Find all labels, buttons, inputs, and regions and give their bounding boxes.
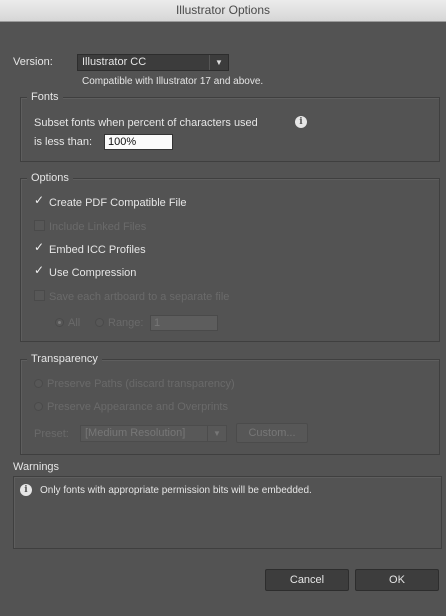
radio-icon [55,318,64,327]
fonts-threshold-label: is less than: [34,136,93,148]
version-compat-note: Compatible with Illustrator 17 and above… [82,76,264,87]
fonts-legend: Fonts [27,91,63,103]
embed-icc-label: Embed ICC Profiles [49,244,146,256]
radio-icon [95,318,104,327]
save-artboards-checkbox[interactable]: Save each artboard to a separate file [34,290,229,303]
preserve-appearance-radio[interactable]: Preserve Appearance and Overprints [34,401,228,413]
use-compression-label: Use Compression [49,267,137,279]
options-legend: Options [27,172,73,184]
checkmark-icon [34,193,45,207]
preserve-paths-label: Preserve Paths (discard transparency) [47,378,235,390]
chevron-down-icon: ▼ [209,55,228,70]
warnings-message: Only fonts with appropriate permission b… [40,485,312,496]
transparency-legend: Transparency [27,353,102,365]
cancel-button[interactable]: Cancel [265,569,349,591]
radio-icon [34,402,43,411]
radio-all[interactable]: All [55,317,80,329]
include-linked-checkbox[interactable]: Include Linked Files [34,220,146,233]
chevron-down-icon: ▼ [207,426,226,441]
fonts-subset-text: Subset fonts when percent of characters … [34,117,258,129]
custom-button[interactable]: Custom... [236,423,308,443]
checkbox-icon [34,290,45,301]
warnings-heading: Warnings [13,461,60,473]
use-compression-checkbox[interactable]: Use Compression [34,263,137,279]
create-pdf-checkbox[interactable]: Create PDF Compatible File [34,193,187,209]
include-linked-label: Include Linked Files [49,221,147,233]
embed-icc-checkbox[interactable]: Embed ICC Profiles [34,240,146,256]
info-icon: i [20,484,32,496]
window-title-bar[interactable]: Illustrator Options [0,0,446,22]
ok-button[interactable]: OK [355,569,439,591]
create-pdf-label: Create PDF Compatible File [49,197,187,209]
radio-icon [34,379,43,388]
version-label: Version: [13,56,53,68]
fonts-percent-input[interactable]: 100% [104,134,173,150]
checkbox-icon [34,220,45,231]
radio-all-label: All [68,317,81,329]
version-select[interactable]: Illustrator CC ▼ [77,54,229,71]
preserve-paths-radio[interactable]: Preserve Paths (discard transparency) [34,378,235,390]
checkmark-icon [34,263,45,277]
window-title: Illustrator Options [175,3,271,17]
checkmark-icon [34,240,45,254]
fonts-group [20,97,440,162]
version-select-value: Illustrator CC [82,56,147,68]
radio-range[interactable]: Range: [95,317,143,329]
preserve-appearance-label: Preserve Appearance and Overprints [47,401,228,413]
info-icon[interactable]: i [295,116,307,128]
range-input[interactable]: 1 [150,315,218,331]
save-artboards-label: Save each artboard to a separate file [49,291,230,303]
preset-label: Preset: [34,428,69,440]
radio-range-label: Range: [108,317,144,329]
preset-select[interactable]: [Medium Resolution] ▼ [80,425,227,442]
preset-select-value: [Medium Resolution] [85,427,186,439]
